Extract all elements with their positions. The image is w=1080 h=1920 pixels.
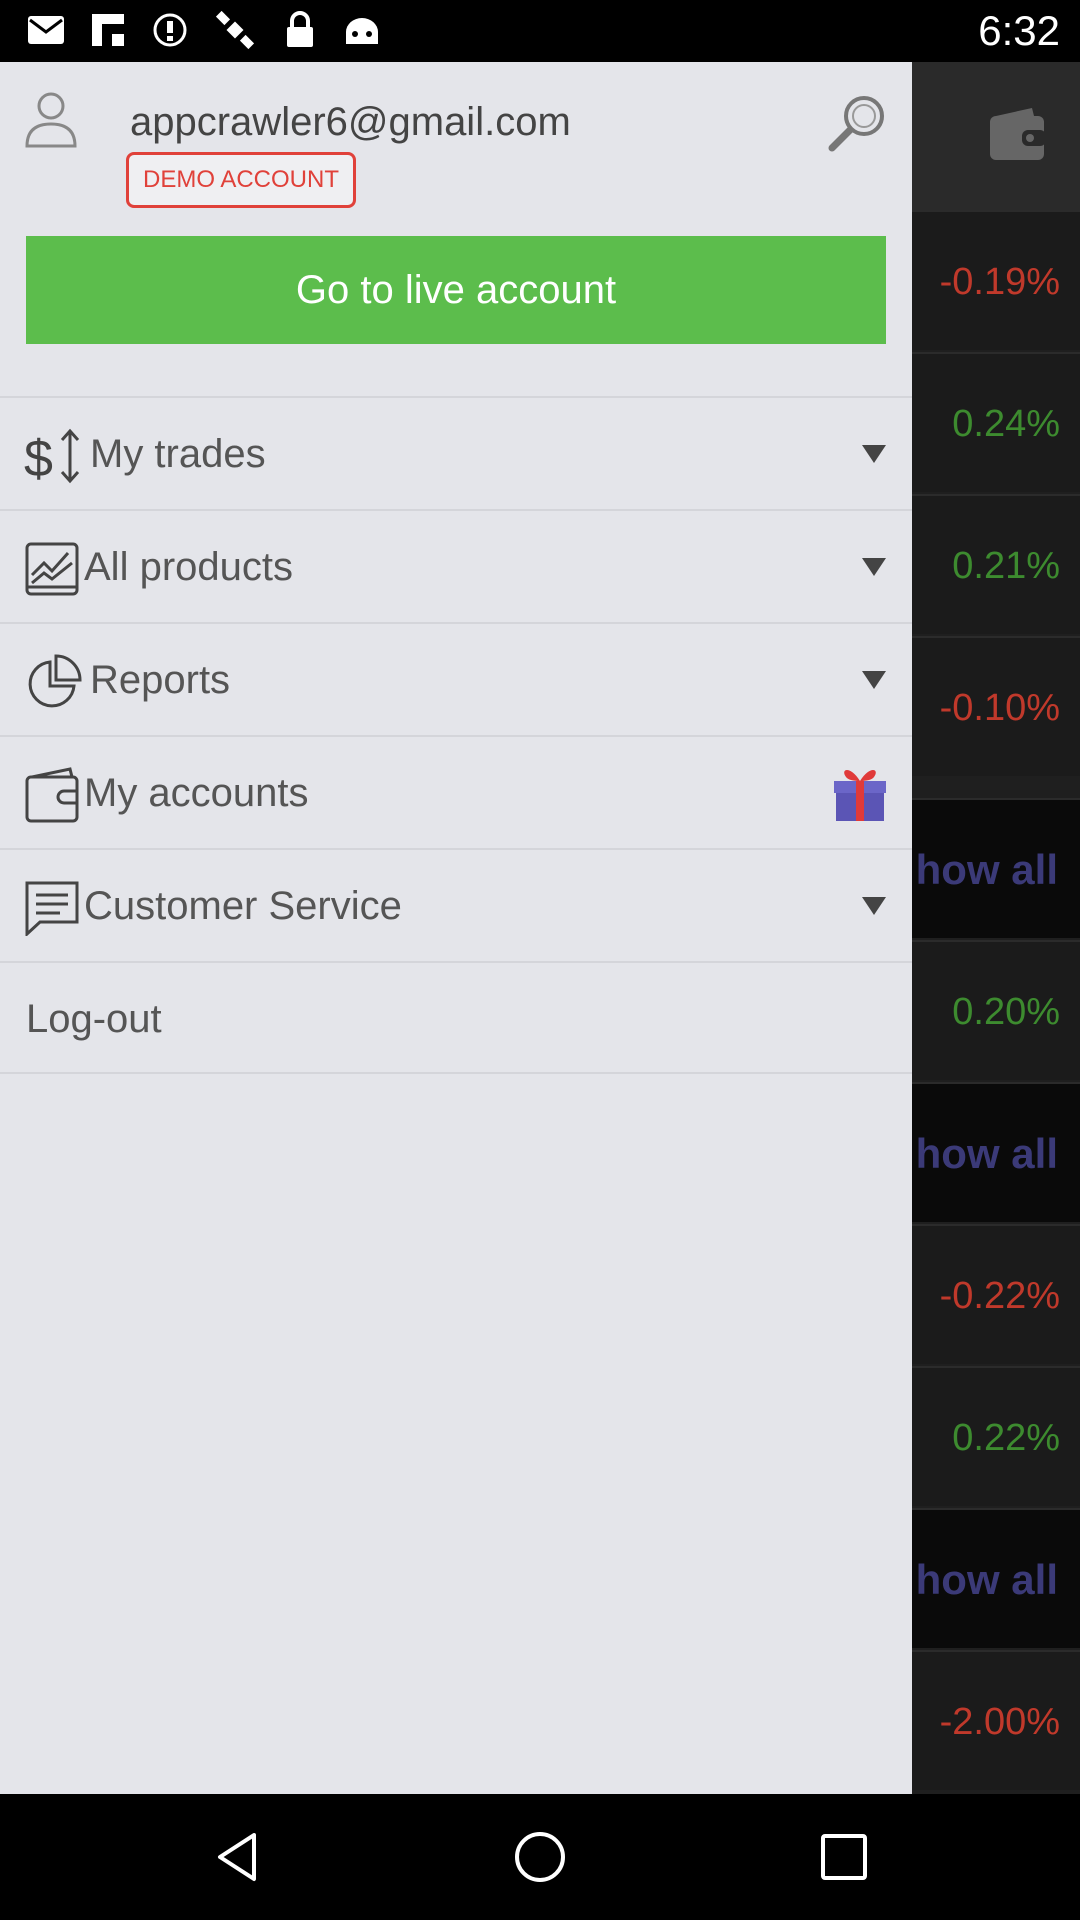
menu-item-label: Reports	[90, 658, 231, 702]
change-value: 0.20%	[952, 991, 1060, 1033]
wallet-icon[interactable]	[988, 106, 1046, 167]
svg-text:$: $	[24, 430, 53, 484]
background-row[interactable]: 0.21%	[912, 494, 1080, 634]
background-row[interactable]: 0.20%	[912, 940, 1080, 1080]
user-avatar-icon	[24, 90, 78, 150]
menu-item-label: Customer Service	[84, 884, 402, 928]
flipboard-icon	[88, 8, 128, 52]
lock-icon	[282, 8, 318, 52]
change-value: 0.24%	[952, 403, 1060, 445]
search-icon[interactable]	[826, 92, 888, 154]
show-all-row[interactable]: how all	[912, 1508, 1080, 1648]
background-row[interactable]: -0.22%	[912, 1224, 1080, 1364]
background-row[interactable]: 0.24%	[912, 352, 1080, 492]
chat-icon	[24, 880, 80, 938]
dropdown-arrow-icon[interactable]	[860, 556, 888, 578]
drawer-header: appcrawler6@gmail.com DEMO ACCOUNT Go to…	[0, 62, 912, 392]
menu-item-customer-service[interactable]: Customer Service	[0, 848, 912, 961]
change-value: 0.22%	[952, 1417, 1060, 1459]
status-time: 6:32	[978, 7, 1060, 54]
navigation-drawer: appcrawler6@gmail.com DEMO ACCOUNT Go to…	[0, 62, 912, 1794]
dropdown-arrow-icon[interactable]	[860, 443, 888, 465]
recents-icon[interactable]	[816, 1829, 872, 1885]
back-icon[interactable]	[210, 1829, 266, 1885]
dollar-swap-icon: $	[24, 428, 80, 488]
show-all-link[interactable]: how all	[916, 800, 1058, 940]
menu-item-label: My trades	[90, 432, 266, 476]
alert-icon	[150, 8, 190, 52]
background-row[interactable]: -0.10%	[912, 636, 1080, 776]
change-value: -0.19%	[939, 261, 1060, 303]
dropdown-arrow-icon[interactable]	[860, 895, 888, 917]
menu-item-all-products[interactable]: All products	[0, 509, 912, 622]
background-row[interactable]: -2.00%	[912, 1650, 1080, 1790]
pie-chart-icon	[24, 654, 82, 710]
home-icon[interactable]	[512, 1829, 568, 1885]
go-to-live-account-button[interactable]: Go to live account	[26, 236, 886, 344]
demo-account-badge: DEMO ACCOUNT	[126, 152, 356, 208]
background-header	[912, 62, 1080, 210]
satellite-icon	[212, 8, 260, 52]
change-value: -0.10%	[939, 687, 1060, 729]
account-email: appcrawler6@gmail.com	[130, 100, 571, 144]
show-all-row[interactable]: how all	[912, 1082, 1080, 1222]
status-bar: 6:32	[0, 0, 1080, 62]
change-value: -2.00%	[939, 1701, 1060, 1743]
dropdown-arrow-icon[interactable]	[860, 669, 888, 691]
menu-item-my-trades[interactable]: $ My trades	[0, 396, 912, 509]
change-value: -0.22%	[939, 1275, 1060, 1317]
wallet-icon	[24, 767, 80, 823]
background-row[interactable]: 0.22%	[912, 1366, 1080, 1506]
menu-item-reports[interactable]: Reports	[0, 622, 912, 735]
chart-icon	[24, 541, 80, 597]
logout-label: Log-out	[26, 997, 162, 1041]
menu-item-my-accounts[interactable]: My accounts	[0, 735, 912, 848]
menu-item-logout[interactable]: Log-out	[0, 961, 912, 1074]
menu-item-label: My accounts	[84, 771, 309, 815]
system-nav-bar	[0, 1794, 1080, 1920]
gift-icon[interactable]	[832, 763, 888, 823]
show-all-row[interactable]: how all	[912, 798, 1080, 938]
show-all-link[interactable]: how all	[916, 1084, 1058, 1224]
background-app: -0.19% 0.24% 0.21% -0.10% how all 0.20% …	[912, 62, 1080, 1794]
show-all-link[interactable]: how all	[916, 1510, 1058, 1650]
change-value: 0.21%	[952, 545, 1060, 587]
mail-icon	[24, 8, 68, 52]
android-icon	[342, 8, 382, 52]
background-row[interactable]: -0.19%	[912, 210, 1080, 350]
menu-item-label: All products	[84, 545, 293, 589]
